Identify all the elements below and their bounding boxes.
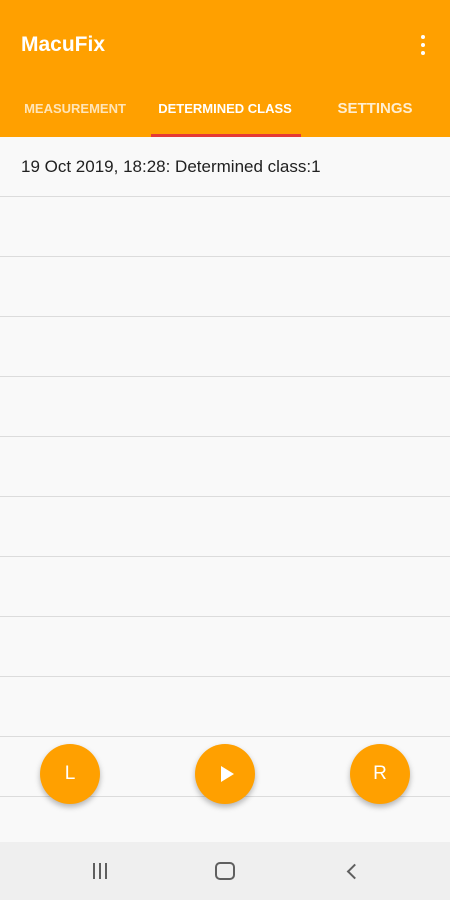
right-eye-button[interactable]: R [350,744,410,804]
empty-row [0,557,450,617]
tab-determined-class[interactable]: DETERMINED CLASS [150,80,300,137]
empty-row [0,497,450,557]
empty-row [0,677,450,737]
tab-settings[interactable]: SETTINGS [300,80,450,137]
overflow-menu-icon[interactable] [410,30,436,60]
back-icon[interactable] [338,859,366,883]
right-eye-label: R [373,763,387,784]
system-nav-bar [0,842,450,900]
home-icon[interactable] [211,859,239,883]
empty-row [0,197,450,257]
app-title: MacuFix [21,33,106,56]
empty-row [0,617,450,677]
empty-row [0,317,450,377]
play-icon [220,766,234,782]
empty-row [0,257,450,317]
left-eye-label: L [64,763,76,784]
left-eye-button[interactable]: L [40,744,100,804]
list-item[interactable]: 19 Oct 2019, 18:28: Determined class:1 [0,137,450,197]
result-list: 19 Oct 2019, 18:28: Determined class:1 [0,137,450,842]
empty-row [0,377,450,437]
empty-row [0,437,450,497]
tab-measurement[interactable]: MEASUREMENT [0,80,150,137]
app-bar: MacuFix MEASUREMENT DETERMINED CLASS SET… [0,0,450,137]
play-button[interactable] [195,744,255,804]
list-item-text: 19 Oct 2019, 18:28: Determined class:1 [21,156,321,176]
tab-bar: MEASUREMENT DETERMINED CLASS SETTINGS [0,80,450,137]
recents-icon[interactable] [86,859,114,883]
